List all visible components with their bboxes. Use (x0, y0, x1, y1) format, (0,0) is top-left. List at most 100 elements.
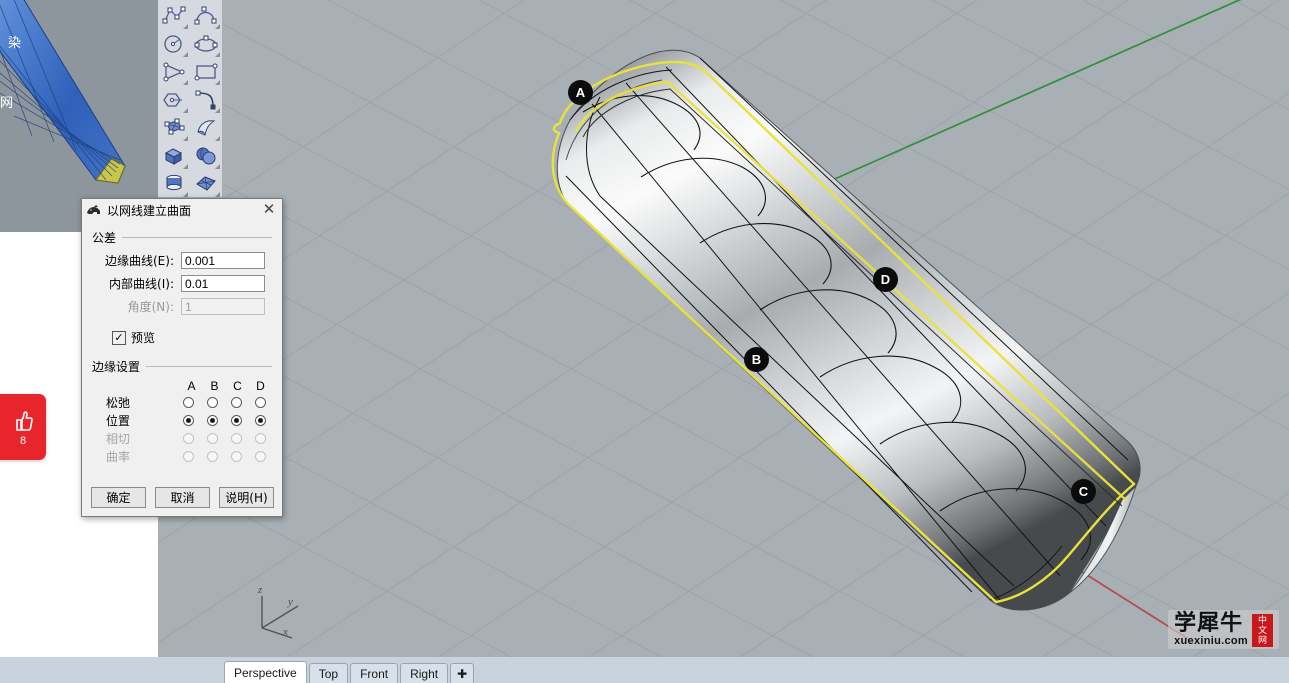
rhino-icon (86, 203, 102, 217)
edge-curve-label: 边缘曲线(E): (105, 254, 174, 268)
ellipse-icon[interactable] (190, 30, 222, 58)
radio-curvature-d (248, 450, 272, 462)
point-marker-d[interactable]: D (873, 267, 898, 292)
modeling-toolbar[interactable] (158, 0, 223, 197)
column-header-d: D (256, 379, 265, 393)
radio-curvature-c (224, 450, 248, 462)
watermark-domain: xuexiniu.com (1174, 635, 1248, 647)
toolbar-flyout-corner (183, 164, 188, 169)
axis-label-x: x (283, 626, 288, 638)
interior-curve-input[interactable] (181, 275, 265, 292)
dialog-button-row: 确定 取消 说明(H) (91, 487, 274, 508)
interior-curve-field-row: 内部曲线(I): (92, 275, 272, 292)
matrix-row-tangent: 相切 (92, 429, 272, 447)
toolbar-flyout-corner (215, 164, 220, 169)
surface-from-points-icon[interactable] (158, 114, 190, 142)
hexagon-polygon-icon[interactable] (158, 86, 190, 114)
toolbar-flyout-corner (215, 108, 220, 113)
close-icon[interactable]: ✕ (262, 202, 276, 217)
angle-label: 角度(N): (127, 300, 174, 314)
toolbar-flyout-corner (215, 80, 220, 85)
rectangle-icon[interactable] (190, 58, 222, 86)
viewport-tab-bar[interactable]: Perspective Top Front Right ✚ (0, 657, 1289, 683)
preview-checkbox[interactable]: ✓ (112, 330, 126, 345)
like-count: 8 (19, 434, 27, 447)
dialog-title-bar[interactable]: 以网线建立曲面 ✕ (82, 199, 282, 221)
radio-loose-d[interactable] (248, 396, 272, 408)
tolerance-group-label: 公差 (92, 231, 117, 245)
watermark-badge-line3: 网 (1257, 635, 1267, 646)
watermark-badge-line2: 文 (1257, 625, 1267, 636)
radio-loose-c[interactable] (224, 396, 248, 408)
edge-settings-group: 边缘设置 A B C D 松弛 位置 相切 曲率 (92, 358, 272, 465)
toolbar-flyout-corner (215, 192, 220, 197)
preview-checkbox-row[interactable]: ✓ 预览 (112, 329, 272, 346)
tolerance-group: 公差 边缘曲线(E): 内部曲线(I): 角度(N): (92, 229, 272, 315)
help-button[interactable]: 说明(H) (219, 487, 274, 508)
toolbar-flyout-corner (183, 136, 188, 141)
surface-patch-icon[interactable] (190, 170, 222, 198)
edge-settings-matrix: A B C D 松弛 位置 相切 曲率 (92, 379, 272, 465)
group-divider (122, 237, 272, 238)
circle-icon[interactable] (158, 30, 190, 58)
radio-curvature-a (176, 450, 200, 462)
point-marker-a[interactable]: A (568, 80, 593, 105)
watermark-chinese: 学犀牛 (1174, 611, 1244, 636)
matrix-column-headers: A B C D (180, 379, 272, 393)
add-viewport-tab-button[interactable]: ✚ (450, 663, 475, 683)
column-header-c: C (233, 379, 242, 393)
radio-tangent-a (176, 432, 200, 444)
ok-button[interactable]: 确定 (91, 487, 146, 508)
edge-settings-group-label: 边缘设置 (92, 360, 141, 374)
radio-tangent-b (200, 432, 224, 444)
tab-top[interactable]: Top (308, 663, 349, 683)
tab-right[interactable]: Right (400, 663, 449, 683)
point-marker-b[interactable]: B (744, 347, 769, 372)
arc-icon[interactable] (190, 2, 222, 30)
box-solid-icon[interactable] (158, 142, 190, 170)
matrix-row-loose: 松弛 (92, 393, 272, 411)
column-header-b: B (210, 379, 219, 393)
edge-curve-input[interactable] (181, 252, 265, 269)
ghost-text-line1: 染 (8, 36, 22, 51)
toolbar-flyout-corner (215, 136, 220, 141)
dialog-title: 以网线建立曲面 (107, 203, 192, 218)
row-label-tangent: 相切 (106, 431, 131, 446)
tab-perspective[interactable]: Perspective (224, 661, 307, 683)
radio-tangent-c (224, 432, 248, 444)
matrix-row-curvature: 曲率 (92, 447, 272, 465)
watermark-badge: 中 文 网 (1252, 614, 1273, 647)
matrix-row-position: 位置 (92, 411, 272, 429)
column-header-a: A (187, 379, 196, 393)
toolbar-flyout-corner (215, 52, 220, 57)
toolbar-flyout-corner (183, 52, 188, 57)
radio-position-b[interactable] (200, 414, 224, 426)
sphere-solid-icon[interactable] (190, 142, 222, 170)
radio-loose-b[interactable] (200, 396, 224, 408)
toolbar-flyout-corner (215, 24, 220, 29)
like-button[interactable]: 8 (0, 394, 46, 460)
angle-field-row: 角度(N): (92, 298, 272, 315)
edge-curve-field-row: 边缘曲线(E): (92, 252, 272, 269)
triangle-polygon-icon[interactable] (158, 58, 190, 86)
curve-fillet-icon[interactable] (190, 86, 222, 114)
radio-curvature-b (200, 450, 224, 462)
radio-position-c[interactable] (224, 414, 248, 426)
preview-label: 预览 (131, 331, 156, 345)
toolbar-flyout-corner (183, 24, 188, 29)
toolbar-flyout-corner (183, 108, 188, 113)
sweep-surface-icon[interactable] (190, 114, 222, 142)
interior-curve-label: 内部曲线(I): (109, 277, 174, 291)
network-surface-dialog[interactable]: 以网线建立曲面 ✕ 公差 边缘曲线(E): 内部曲线(I): (81, 198, 283, 517)
cancel-button[interactable]: 取消 (155, 487, 210, 508)
point-marker-c[interactable]: C (1071, 479, 1096, 504)
radio-position-d[interactable] (248, 414, 272, 426)
polyline-icon[interactable] (158, 2, 190, 30)
radio-position-a[interactable] (176, 414, 200, 426)
cylinder-solid-icon[interactable] (158, 170, 190, 198)
watermark-badge-line1: 中 (1257, 615, 1267, 626)
watermark: 学犀牛 xuexiniu.com 中 文 网 (1168, 610, 1279, 649)
ghost-text-line2: 网 (0, 96, 14, 111)
radio-loose-a[interactable] (176, 396, 200, 408)
tab-front[interactable]: Front (350, 663, 399, 683)
